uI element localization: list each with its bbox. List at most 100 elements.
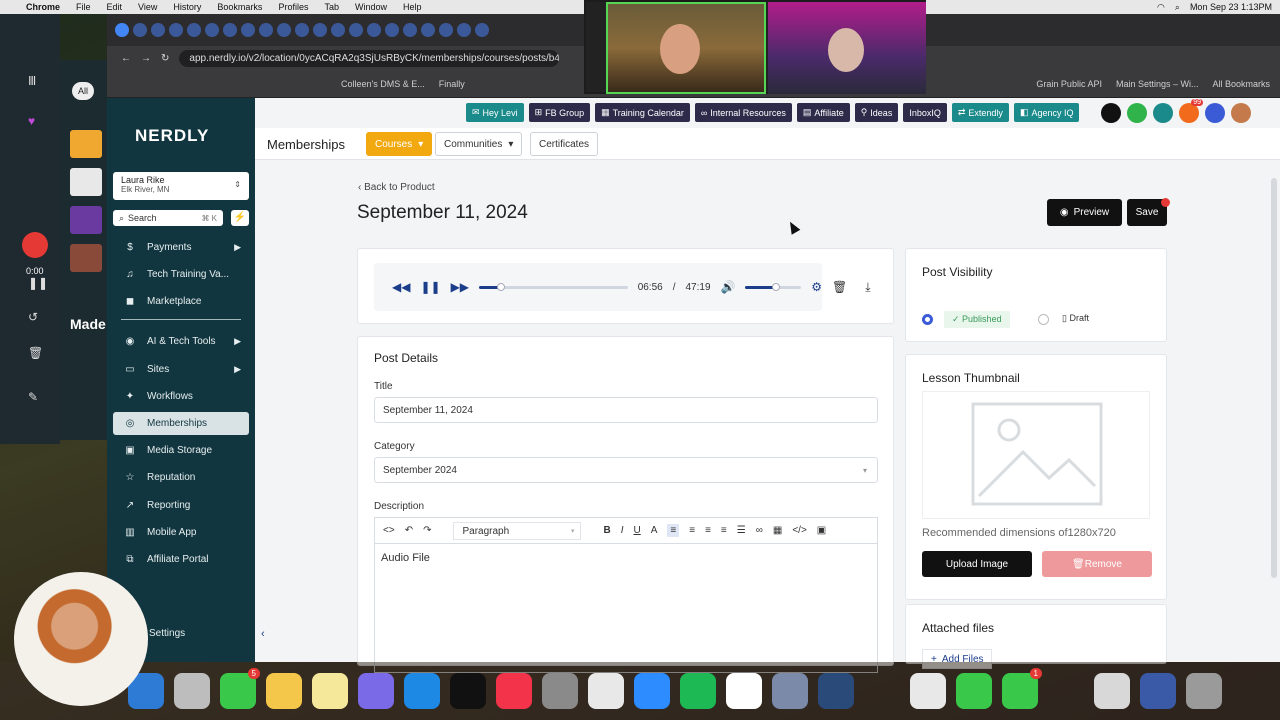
tab-favicon[interactable]	[205, 23, 219, 37]
back-arrow-icon[interactable]: ←	[121, 53, 131, 64]
gear-icon[interactable]: ⚙	[811, 280, 822, 294]
undo-icon[interactable]: ↶	[405, 525, 413, 536]
italic-icon[interactable]: I	[621, 525, 624, 536]
title-input[interactable]: September 11, 2024	[374, 397, 878, 423]
facetime-icon[interactable]: 1	[1002, 668, 1042, 709]
menu-bookmarks[interactable]: Bookmarks	[217, 2, 262, 12]
align-left-icon[interactable]: ≡	[667, 524, 680, 537]
tab-favicon[interactable]	[313, 23, 327, 37]
reload-icon[interactable]: ↻	[161, 53, 169, 64]
chrome-icon[interactable]	[588, 673, 624, 709]
justify-icon[interactable]: ≡	[721, 525, 727, 536]
avatar[interactable]	[1231, 103, 1251, 123]
notes-icon[interactable]	[312, 673, 348, 709]
menu-view[interactable]: View	[138, 2, 157, 12]
launchpad-icon[interactable]	[174, 673, 210, 709]
tab-certificates[interactable]: Certificates	[530, 132, 599, 156]
forward-arrow-icon[interactable]: →	[141, 53, 151, 64]
tab-favicon[interactable]	[331, 23, 345, 37]
app-store-icon[interactable]	[404, 673, 440, 709]
all-bookmarks[interactable]: All Bookmarks	[1212, 79, 1270, 89]
preview-icon[interactable]	[772, 673, 808, 709]
menu-window[interactable]: Window	[355, 2, 387, 12]
tab-favicon[interactable]	[259, 23, 273, 37]
downloads-stack-icon[interactable]	[1094, 673, 1130, 709]
library-icon[interactable]: Ⅲ	[28, 74, 36, 88]
webcam-bubble[interactable]	[14, 572, 148, 706]
sidebar-item-sites[interactable]: ▭ Sites ▶	[113, 358, 249, 381]
sidebar-item-reporting[interactable]: ↗ Reporting	[113, 494, 249, 517]
insert-image-icon[interactable]: ▣	[817, 525, 826, 536]
photos-icon[interactable]	[266, 673, 302, 709]
search-icon[interactable]: ⌕	[1175, 2, 1180, 13]
menu-history[interactable]: History	[173, 2, 201, 12]
recording-thumbnail[interactable]	[70, 130, 102, 158]
tab-favicon[interactable]	[421, 23, 435, 37]
text-color-icon[interactable]: A	[651, 525, 658, 536]
trash-bin-icon[interactable]	[1186, 673, 1222, 709]
apple-tv-icon[interactable]	[450, 673, 486, 709]
rewind-icon[interactable]: ◀◀	[392, 280, 410, 294]
volume-icon[interactable]: 🔊	[721, 280, 736, 294]
bookmark-item[interactable]: Main Settings – Wi...	[1116, 79, 1199, 89]
description-editor[interactable]: Audio File	[374, 543, 878, 673]
paragraph-format-select[interactable]: Paragraph ▾	[453, 521, 582, 540]
tab-favicon[interactable]	[439, 23, 453, 37]
notifications-icon[interactable]: 99	[1179, 99, 1203, 123]
recording-thumbnail[interactable]	[70, 206, 102, 234]
tab-favicon[interactable]	[475, 23, 489, 37]
remove-image-button[interactable]: 🗑 Remove	[1042, 551, 1152, 577]
fast-forward-icon[interactable]: ▶▶	[451, 280, 469, 294]
tab-courses[interactable]: Courses ▾	[366, 132, 433, 156]
record-stop-button[interactable]	[22, 232, 48, 258]
tab-favicon[interactable]	[223, 23, 237, 37]
trash-icon[interactable]: 🗑	[28, 346, 43, 360]
tab-favicon[interactable]	[367, 23, 381, 37]
sidebar-item-media-storage[interactable]: ▣ Media Storage	[113, 439, 249, 462]
tab-favicon[interactable]	[151, 23, 165, 37]
documents-stack-icon[interactable]	[1140, 673, 1176, 709]
tab-favicon[interactable]	[295, 23, 309, 37]
menu-tab[interactable]: Tab	[324, 2, 339, 12]
pause-icon[interactable]: ❚❚	[420, 280, 440, 294]
tab-favicon[interactable]	[385, 23, 399, 37]
link-extendly[interactable]: ⇄ Extendly	[951, 103, 1009, 122]
bookmark-item[interactable]: Colleen's DMS & E...	[341, 79, 425, 89]
ai-icon[interactable]	[1101, 103, 1121, 123]
link-hey-levi[interactable]: ✉ Hey Levi	[466, 103, 524, 122]
redo-icon[interactable]: ↷	[423, 525, 431, 536]
menubar-clock[interactable]: Mon Sep 23 1:13PM	[1190, 2, 1272, 12]
sidebar-item-mobile-app[interactable]: ▥ Mobile App	[113, 521, 249, 544]
location-switcher[interactable]: Laura Rike Elk River, MN ⇕	[113, 172, 249, 200]
link-training-calendar[interactable]: ▦ Training Calendar	[595, 103, 690, 122]
menubar-app-name[interactable]: Chrome	[26, 2, 60, 12]
tab-favicon[interactable]	[241, 23, 255, 37]
sidebar-item-affiliate-portal[interactable]: ⧉ Affiliate Portal	[113, 548, 249, 571]
radio-published[interactable]	[922, 314, 933, 325]
back-to-product-link[interactable]: ‹ Back to Product	[358, 182, 435, 193]
collapse-sidebar-icon[interactable]: ‹	[261, 628, 265, 640]
menu-profiles[interactable]: Profiles	[278, 2, 308, 12]
sidebar-item-ai-tools[interactable]: ◉ AI & Tech Tools ▶	[113, 330, 249, 353]
menu-edit[interactable]: Edit	[107, 2, 123, 12]
restart-icon[interactable]: ↺	[28, 310, 38, 324]
code-icon[interactable]: </>	[792, 525, 806, 536]
bold-icon[interactable]: B	[603, 525, 610, 536]
sidebar-item-tech-training[interactable]: ♫ Tech Training Va...	[113, 263, 249, 286]
menu-help[interactable]: Help	[403, 2, 422, 12]
download-icon[interactable]: ⤓	[865, 280, 870, 295]
tab-favicon[interactable]	[403, 23, 417, 37]
sidebar-item-workflows[interactable]: ✦ Workflows	[113, 385, 249, 408]
seek-handle[interactable]	[496, 282, 505, 291]
tab-communities[interactable]: Communities ▾	[435, 132, 523, 156]
category-select[interactable]: September 2024 ▾	[374, 457, 878, 483]
slack-icon[interactable]	[726, 673, 762, 709]
tab-favicon[interactable]	[457, 23, 471, 37]
volume-handle[interactable]	[772, 282, 781, 291]
heart-icon[interactable]: ♥	[28, 114, 35, 128]
align-right-icon[interactable]: ≡	[705, 525, 711, 536]
tab-favicon[interactable]	[277, 23, 291, 37]
spotify-icon[interactable]	[680, 673, 716, 709]
bullet-list-icon[interactable]: ☰	[737, 525, 746, 536]
table-icon[interactable]: ▦	[773, 525, 782, 536]
